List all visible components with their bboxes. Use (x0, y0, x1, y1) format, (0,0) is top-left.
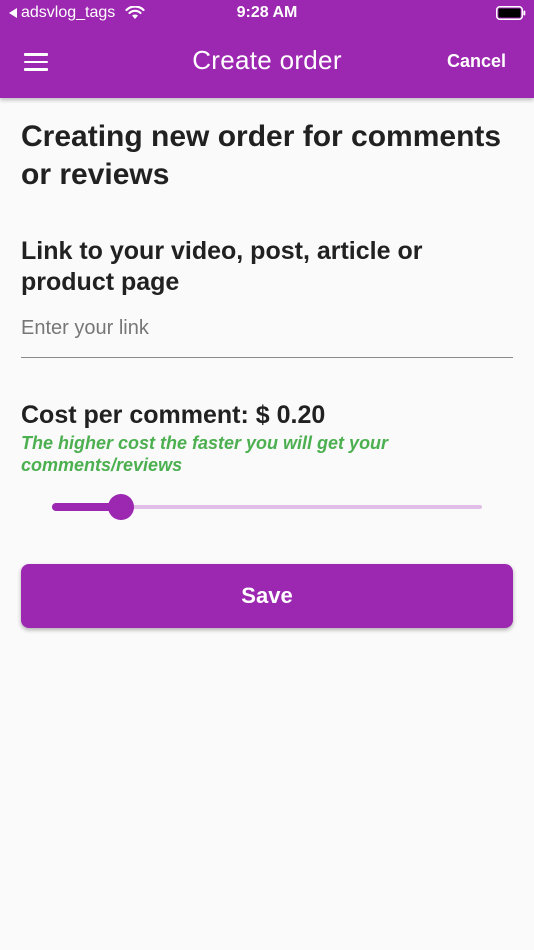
cancel-button[interactable]: Cancel (447, 51, 506, 72)
cost-slider[interactable] (52, 492, 482, 522)
cost-per-comment-label: Cost per comment: $ 0.20 (21, 401, 326, 429)
link-field (21, 317, 513, 358)
status-time: 9:28 AM (236, 4, 298, 21)
order-form: Creating new order for comments or revie… (21, 118, 513, 628)
link-input[interactable] (21, 317, 513, 339)
battery-full-icon (496, 6, 526, 20)
slider-thumb[interactable] (108, 494, 134, 520)
link-field-label: Link to your video, post, article or pro… (21, 237, 423, 296)
app-bar: adsvlog_tags 9:28 AM Create order Cancel (0, 0, 534, 98)
create-order-screen: adsvlog_tags 9:28 AM Create order Cancel… (0, 0, 534, 950)
save-button[interactable]: Save (21, 564, 513, 628)
form-heading: Creating new order for comments or revie… (21, 120, 502, 191)
cost-hint: The higher cost the faster you will get … (21, 433, 389, 475)
status-bar: adsvlog_tags 9:28 AM (0, 0, 534, 28)
